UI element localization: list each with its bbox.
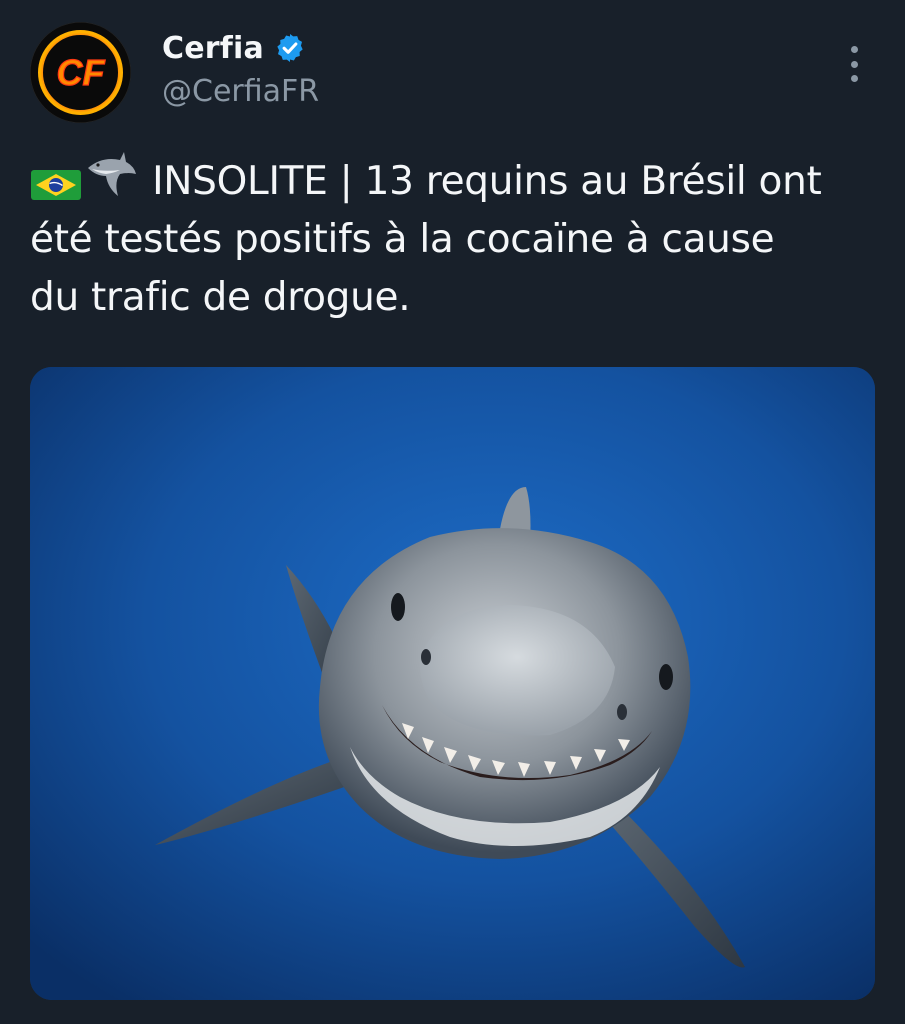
tweet-text-line-2: été testés positifs à la cocaïne à cause: [30, 217, 775, 262]
author-display-name[interactable]: Cerfia: [162, 31, 264, 66]
tweet-text: INSOLITE | 13 requins au Brésil ont été …: [30, 148, 875, 327]
author-name-row: Cerfia: [162, 28, 306, 68]
tweet-card[interactable]: CF Cerfia @CerfiaFR INSOLITE | 13 requin…: [0, 0, 905, 1024]
tweet-line-1-text: INSOLITE | 13 requins au Brésil ont: [152, 159, 822, 204]
author-handle[interactable]: @CerfiaFR: [162, 74, 319, 109]
shark-photo: [30, 367, 875, 1000]
more-options-icon[interactable]: [838, 44, 870, 84]
tweet-text-line-1: INSOLITE | 13 requins au Brésil ont: [30, 148, 875, 211]
tweet-media-image[interactable]: [30, 367, 875, 1000]
brazil-flag-icon: [31, 170, 81, 200]
avatar-logo-text: CF: [57, 52, 106, 93]
author-avatar[interactable]: CF: [30, 22, 131, 123]
shark-emoji-icon: [88, 152, 136, 196]
tweet-text-line-3: du trafic de drogue.: [30, 275, 411, 320]
verified-badge-icon: [277, 34, 303, 62]
